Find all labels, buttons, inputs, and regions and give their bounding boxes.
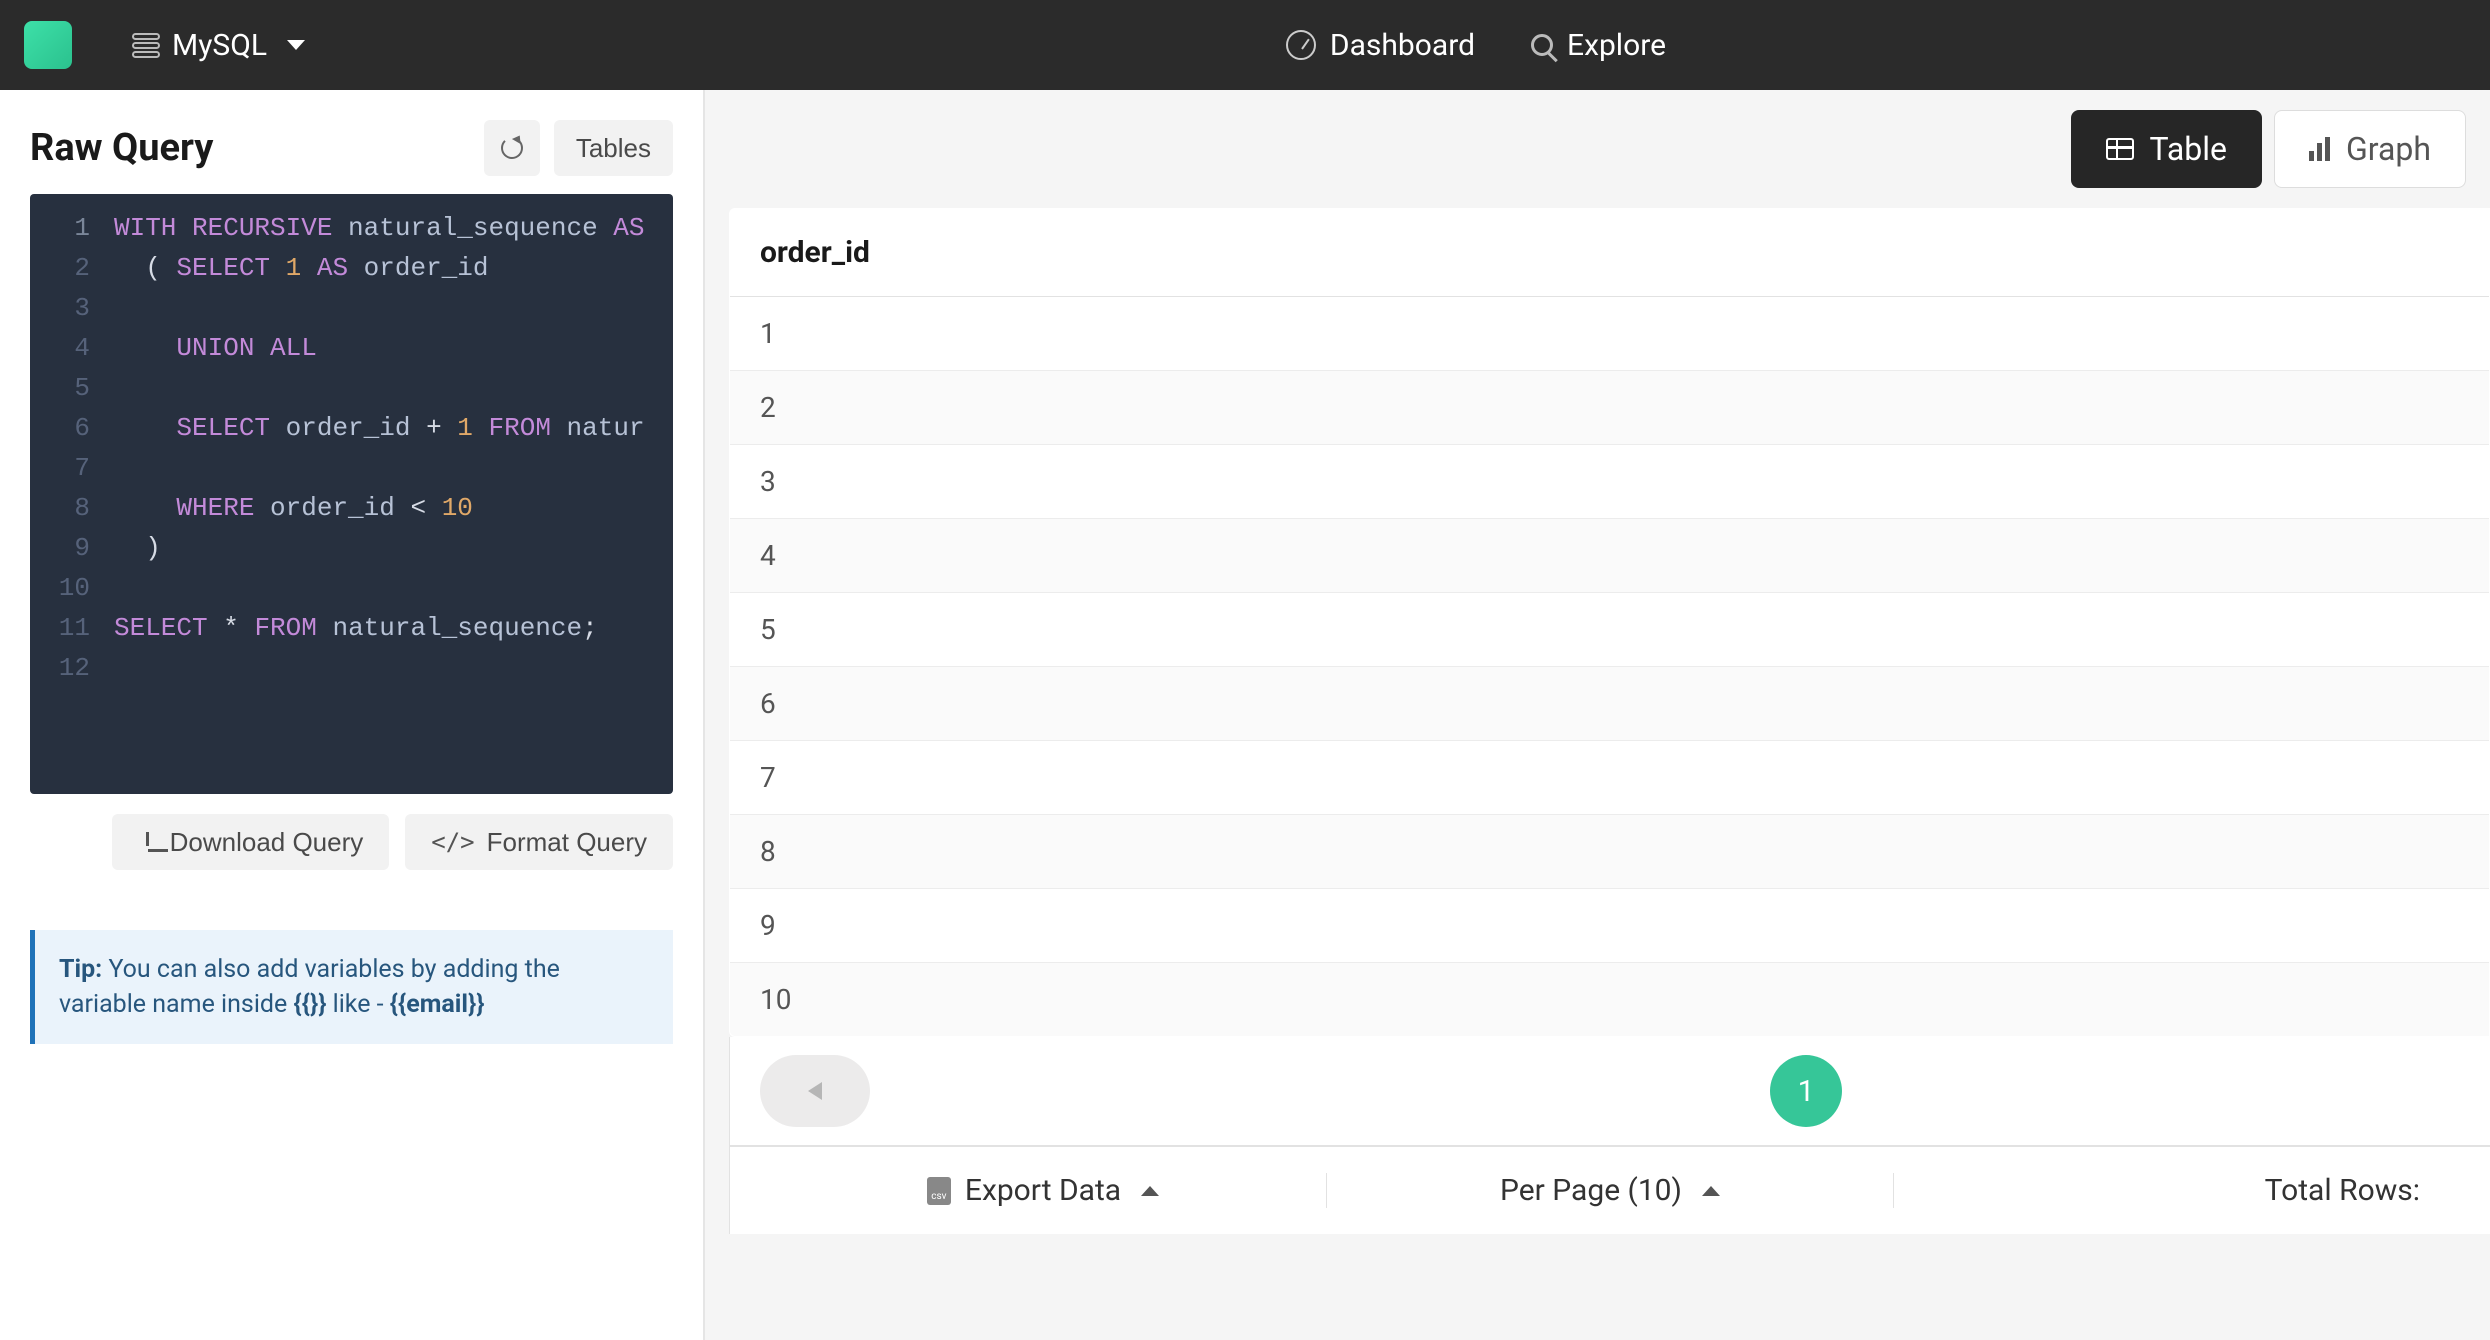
- format-query-button[interactable]: </> Format Query: [405, 814, 673, 870]
- column-header-order_id[interactable]: order_id: [730, 209, 2490, 297]
- chevron-down-icon: [287, 40, 305, 50]
- view-switch: Table Graph: [2071, 110, 2466, 188]
- table-row[interactable]: 3: [730, 445, 2490, 519]
- cell-order_id: 5: [730, 593, 2490, 667]
- download-query-label: Download Query: [170, 827, 364, 858]
- view-table-button[interactable]: Table: [2071, 110, 2262, 188]
- cell-order_id: 9: [730, 889, 2490, 963]
- nav-explore-label: Explore: [1567, 28, 1666, 63]
- refresh-icon: [501, 137, 523, 159]
- view-table-label: Table: [2150, 130, 2227, 168]
- search-icon: [1531, 34, 1553, 56]
- panel-title: Raw Query: [30, 126, 213, 170]
- arrow-left-icon: [808, 1082, 822, 1100]
- database-selector[interactable]: MySQL: [132, 28, 305, 63]
- export-data-button[interactable]: csv Export Data: [760, 1173, 1327, 1208]
- editor-code[interactable]: WITH RECURSIVE natural_sequence AS ( SEL…: [100, 194, 673, 794]
- editor-gutter: 123456789101112: [30, 194, 100, 794]
- results-table: order_id 12345678910: [729, 208, 2490, 1037]
- cell-order_id: 10: [730, 963, 2490, 1037]
- table-row[interactable]: 4: [730, 519, 2490, 593]
- table-row[interactable]: 6: [730, 667, 2490, 741]
- refresh-button[interactable]: [484, 120, 540, 176]
- download-query-button[interactable]: Download Query: [112, 814, 390, 870]
- nav-dashboard-label: Dashboard: [1330, 28, 1475, 63]
- database-name: MySQL: [172, 28, 267, 63]
- view-graph-button[interactable]: Graph: [2274, 110, 2466, 188]
- database-icon: [132, 33, 160, 58]
- per-page-selector[interactable]: Per Page (10): [1327, 1173, 1894, 1208]
- cell-order_id: 8: [730, 815, 2490, 889]
- bar-chart-icon: [2309, 137, 2330, 161]
- csv-icon: csv: [927, 1177, 951, 1205]
- tip-prefix: Tip:: [59, 955, 108, 984]
- chevron-up-icon: [1702, 1186, 1720, 1196]
- nav-explore[interactable]: Explore: [1531, 28, 1666, 63]
- tip-example: {{email}}: [390, 990, 485, 1019]
- top-navbar: MySQL Dashboard Explore: [0, 0, 2490, 90]
- table-row[interactable]: 10: [730, 963, 2490, 1037]
- tables-button[interactable]: Tables: [554, 120, 673, 176]
- query-panel: Raw Query Tables 123456789101112 WITH RE…: [0, 90, 705, 1340]
- per-page-label: Per Page (10): [1500, 1173, 1682, 1208]
- tip-callout: Tip: You can also add variables by addin…: [30, 930, 673, 1044]
- table-row[interactable]: 2: [730, 371, 2490, 445]
- dashboard-icon: [1286, 30, 1316, 60]
- cell-order_id: 7: [730, 741, 2490, 815]
- app-logo[interactable]: [24, 21, 72, 69]
- code-editor[interactable]: 123456789101112 WITH RECURSIVE natural_s…: [30, 194, 673, 794]
- table-row[interactable]: 7: [730, 741, 2490, 815]
- code-icon: </>: [431, 828, 474, 856]
- page-number-current[interactable]: 1: [1770, 1055, 1842, 1127]
- page-prev-button[interactable]: [760, 1055, 870, 1127]
- nav-dashboard[interactable]: Dashboard: [1286, 28, 1475, 63]
- cell-order_id: 6: [730, 667, 2490, 741]
- table-row[interactable]: 8: [730, 815, 2490, 889]
- cell-order_id: 2: [730, 371, 2490, 445]
- format-query-label: Format Query: [487, 827, 647, 858]
- table-row[interactable]: 5: [730, 593, 2490, 667]
- export-data-label: Export Data: [965, 1173, 1121, 1208]
- table-icon: [2106, 138, 2134, 160]
- download-icon: [138, 832, 158, 852]
- total-rows-label: Total Rows:: [1894, 1173, 2460, 1208]
- view-graph-label: Graph: [2346, 130, 2431, 168]
- pagination: 1: [729, 1037, 2490, 1146]
- chevron-up-icon: [1141, 1186, 1159, 1196]
- cell-order_id: 3: [730, 445, 2490, 519]
- table-row[interactable]: 9: [730, 889, 2490, 963]
- cell-order_id: 1: [730, 297, 2490, 371]
- tip-like: like -: [326, 990, 389, 1019]
- cell-order_id: 4: [730, 519, 2490, 593]
- results-footer: csv Export Data Per Page (10) Total Rows…: [729, 1146, 2490, 1234]
- table-row[interactable]: 1: [730, 297, 2490, 371]
- tip-braces: {{}}: [293, 990, 326, 1019]
- results-panel: Table Graph order_id 12345678910 1 csv: [705, 90, 2490, 1340]
